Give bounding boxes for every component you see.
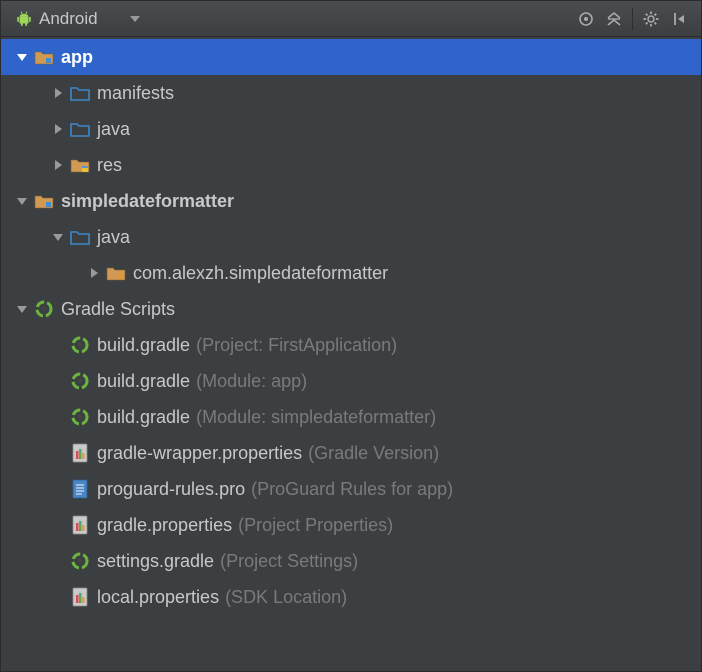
- gradle-icon: [69, 370, 91, 392]
- properties-file-icon: [69, 442, 91, 464]
- hide-panel-button[interactable]: [665, 5, 693, 33]
- android-icon: [15, 10, 33, 28]
- module-folder-icon: [33, 190, 55, 212]
- expand-icon[interactable]: [51, 230, 65, 244]
- tree-label: simpledateformatter: [61, 191, 234, 212]
- tree-label: settings.gradle: [97, 551, 214, 572]
- res-folder-icon: [69, 154, 91, 176]
- tree-hint: (Project Properties): [238, 515, 393, 536]
- project-toolbar: Android: [1, 1, 701, 37]
- properties-file-icon: [69, 514, 91, 536]
- folder-icon: [69, 82, 91, 104]
- gradle-icon: [69, 550, 91, 572]
- tree-node-manifests[interactable]: manifests: [1, 75, 701, 111]
- expand-icon[interactable]: [15, 50, 29, 64]
- tree-node-gradle-file[interactable]: build.gradle (Project: FirstApplication): [1, 327, 701, 363]
- expand-icon[interactable]: [51, 86, 65, 100]
- tree-node-gradle-file[interactable]: build.gradle (Module: app): [1, 363, 701, 399]
- tree-hint: (Gradle Version): [308, 443, 439, 464]
- tree-label: java: [97, 119, 130, 140]
- expand-icon[interactable]: [15, 302, 29, 316]
- tree-hint: (Project Settings): [220, 551, 358, 572]
- expand-icon[interactable]: [51, 122, 65, 136]
- tree-label: gradle.properties: [97, 515, 232, 536]
- tree-node-gradle-file[interactable]: build.gradle (Module: simpledateformatter…: [1, 399, 701, 435]
- tree-hint: (ProGuard Rules for app): [251, 479, 453, 500]
- package-icon: [105, 262, 127, 284]
- toolbar-separator: [632, 8, 633, 30]
- tree-label: local.properties: [97, 587, 219, 608]
- tree-hint: (SDK Location): [225, 587, 347, 608]
- properties-file-icon: [69, 586, 91, 608]
- view-selector-label: Android: [39, 9, 98, 29]
- tree-label: proguard-rules.pro: [97, 479, 245, 500]
- tree-label: build.gradle: [97, 335, 190, 356]
- gradle-icon: [69, 406, 91, 428]
- chevron-down-icon: [130, 16, 140, 22]
- folder-icon: [69, 118, 91, 140]
- gradle-icon: [33, 298, 55, 320]
- tree-node-package[interactable]: com.alexzh.simpledateformatter: [1, 255, 701, 291]
- gradle-icon: [69, 334, 91, 356]
- expand-icon[interactable]: [15, 194, 29, 208]
- expand-icon[interactable]: [51, 158, 65, 172]
- tree-node-res[interactable]: res: [1, 147, 701, 183]
- text-file-icon: [69, 478, 91, 500]
- tree-node-gradle-file[interactable]: settings.gradle (Project Settings): [1, 543, 701, 579]
- view-selector-dropdown[interactable]: Android: [9, 7, 146, 31]
- tree-node-gradle-file[interactable]: local.properties (SDK Location): [1, 579, 701, 615]
- tree-hint: (Module: app): [196, 371, 307, 392]
- tree-label: app: [61, 47, 93, 68]
- tree-label: java: [97, 227, 130, 248]
- tree-label: Gradle Scripts: [61, 299, 175, 320]
- tree-hint: (Project: FirstApplication): [196, 335, 397, 356]
- tree-hint: (Module: simpledateformatter): [196, 407, 436, 428]
- scroll-from-source-button[interactable]: [572, 5, 600, 33]
- tree-label: com.alexzh.simpledateformatter: [133, 263, 388, 284]
- collapse-all-button[interactable]: [600, 5, 628, 33]
- project-tree: app manifests java res simpledateformatt…: [1, 37, 701, 615]
- tree-node-gradle-file[interactable]: proguard-rules.pro (ProGuard Rules for ap…: [1, 471, 701, 507]
- tree-node-sdf-java[interactable]: java: [1, 219, 701, 255]
- tree-label: build.gradle: [97, 407, 190, 428]
- tree-node-app-java[interactable]: java: [1, 111, 701, 147]
- tree-label: res: [97, 155, 122, 176]
- folder-icon: [69, 226, 91, 248]
- settings-button[interactable]: [637, 5, 665, 33]
- tree-node-app[interactable]: app: [1, 39, 701, 75]
- tree-label: manifests: [97, 83, 174, 104]
- tree-node-gradle-scripts[interactable]: Gradle Scripts: [1, 291, 701, 327]
- tree-label: build.gradle: [97, 371, 190, 392]
- tree-node-gradle-file[interactable]: gradle.properties (Project Properties): [1, 507, 701, 543]
- expand-icon[interactable]: [87, 266, 101, 280]
- tree-node-simpledateformatter[interactable]: simpledateformatter: [1, 183, 701, 219]
- module-folder-icon: [33, 46, 55, 68]
- tree-label: gradle-wrapper.properties: [97, 443, 302, 464]
- tree-node-gradle-file[interactable]: gradle-wrapper.properties (Gradle Version…: [1, 435, 701, 471]
